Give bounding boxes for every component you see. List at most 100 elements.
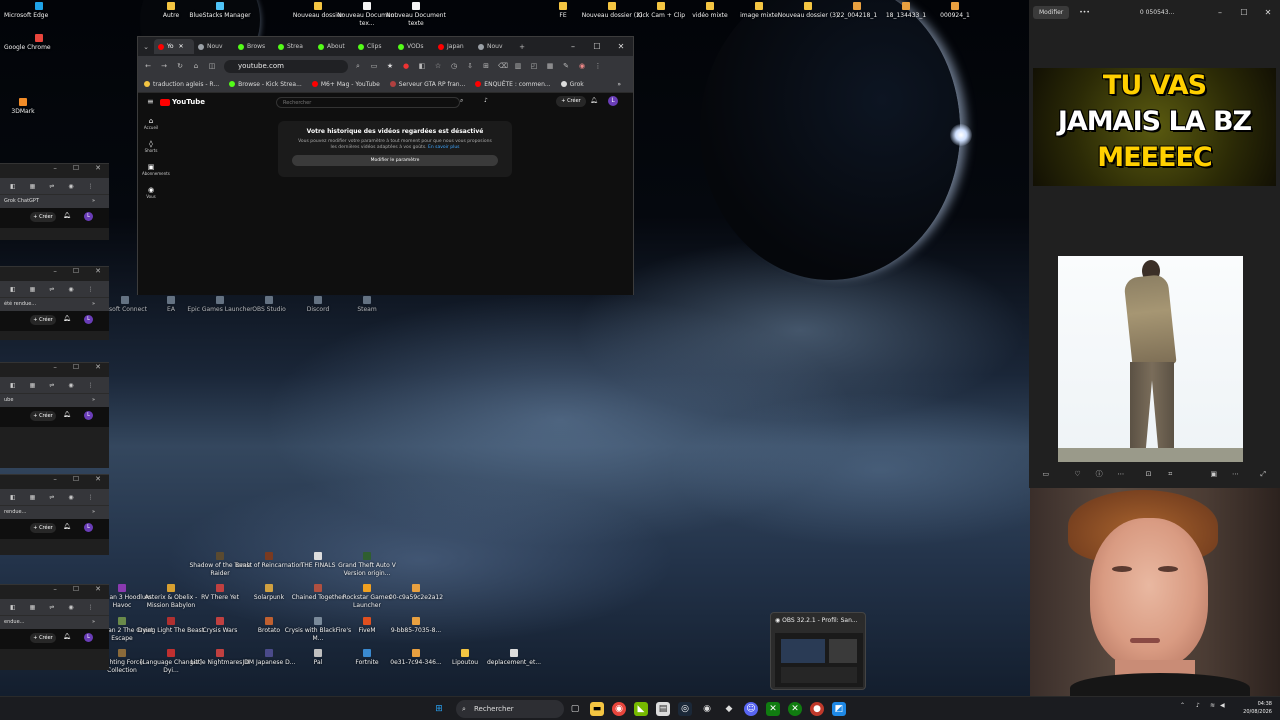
- pen-icon[interactable]: ✎: [562, 62, 570, 70]
- bookmarks-overflow-icon[interactable]: »: [92, 619, 95, 625]
- new-tab-button[interactable]: +: [518, 43, 526, 51]
- microphone-icon[interactable]: ♪: [1196, 702, 1200, 709]
- avatar[interactable]: L: [84, 411, 93, 420]
- notifications-icon[interactable]: 🔔︎: [63, 633, 71, 640]
- profile-icon[interactable]: ◉: [68, 604, 73, 611]
- profile-icon[interactable]: ◉: [68, 382, 73, 389]
- cast-icon[interactable]: ▭: [370, 62, 378, 70]
- shopping-icon[interactable]: ⊞: [482, 62, 490, 70]
- windows-start-icon[interactable]: ⊞: [432, 702, 446, 716]
- maximize-icon[interactable]: ☐: [585, 42, 609, 51]
- more-icon[interactable]: ⋯: [1225, 470, 1247, 478]
- history-icon[interactable]: ◷: [450, 62, 458, 70]
- obs-preview-thumbnail[interactable]: ◉ OBS 32.2.1 - Profil: San...: [770, 612, 866, 690]
- reload-icon[interactable]: ↻: [176, 62, 184, 70]
- bookmarks-overflow-icon[interactable]: »: [92, 198, 95, 204]
- bookmark-label[interactable]: rendue...: [4, 509, 26, 515]
- bookmark-label[interactable]: ube: [4, 397, 13, 403]
- create-button[interactable]: + Créer: [556, 96, 586, 107]
- sync-icon[interactable]: ⇌: [49, 494, 54, 501]
- browser-tab[interactable]: Yo ✕: [154, 39, 194, 54]
- create-button[interactable]: + Créer: [30, 315, 56, 325]
- side-panel-icon[interactable]: ◫: [208, 62, 216, 70]
- minimize-icon[interactable]: –: [53, 363, 57, 371]
- background-browser-window[interactable]: – ☐ ✕ ◧ ▦ ⇌ ◉ ⋮ ube » + Créer 🔔︎ L: [0, 362, 109, 468]
- discord-icon[interactable]: ☺: [744, 702, 758, 716]
- avatar[interactable]: L: [84, 523, 93, 532]
- zoom-icon[interactable]: ⌕: [354, 62, 362, 71]
- extension-icon[interactable]: ●: [402, 62, 410, 70]
- profile-icon[interactable]: ◉: [68, 183, 73, 190]
- maximize-icon[interactable]: ☐: [73, 585, 79, 593]
- notifications-icon[interactable]: 🔔︎: [63, 315, 71, 322]
- address-bar[interactable]: youtube.com: [224, 59, 348, 73]
- youtube-nav-item[interactable]: ◉ Vous: [142, 186, 160, 199]
- extension-icon[interactable]: ◧: [10, 286, 16, 293]
- maximize-icon[interactable]: ☐: [73, 267, 79, 275]
- bookmark-item[interactable]: M6+ Mag - YouTube: [311, 81, 380, 88]
- steam-icon[interactable]: ◎: [678, 702, 692, 716]
- search-icon[interactable]: ⌕: [460, 97, 474, 108]
- bookmark-label[interactable]: endue...: [4, 619, 24, 625]
- sync-icon[interactable]: ⇌: [49, 183, 54, 190]
- tab-close-icon[interactable]: ✕: [179, 43, 184, 50]
- tray-chevron-icon[interactable]: ⌃: [1180, 702, 1185, 709]
- minimize-icon[interactable]: –: [1208, 8, 1232, 17]
- youtube-logo[interactable]: YouTube: [160, 98, 205, 106]
- desktop-icon[interactable]: 3DMark: [0, 98, 58, 116]
- close-icon[interactable]: ✕: [95, 164, 101, 172]
- learn-more-link[interactable]: En savoir plus: [428, 145, 459, 150]
- photo-viewer-window[interactable]: Modifier ••• 0 050543... – ☐ ✕ TU VAS JAM…: [1029, 0, 1280, 246]
- close-icon[interactable]: ✕: [95, 363, 101, 371]
- maximize-icon[interactable]: ☐: [1232, 8, 1256, 17]
- volume-icon[interactable]: ◀: [1220, 702, 1225, 709]
- notifications-icon[interactable]: 🔔︎: [63, 523, 71, 530]
- forward-icon[interactable]: →: [160, 62, 168, 70]
- minimize-icon[interactable]: –: [53, 475, 57, 483]
- desktop-icon[interactable]: deplacement_et...: [479, 649, 549, 667]
- menu-icon[interactable]: ⋮: [88, 494, 94, 501]
- desktop-icon[interactable]: Steam: [332, 296, 402, 314]
- back-icon[interactable]: ←: [144, 62, 152, 70]
- chrome-window[interactable]: ⌄ Yo ✕ Nouv Brows Strea About Clips VODs Japan No…: [137, 36, 634, 295]
- browser-tab[interactable]: About: [314, 39, 354, 54]
- favorites-icon[interactable]: ☆: [434, 62, 442, 70]
- profile-icon[interactable]: ◉: [68, 286, 73, 293]
- avatar[interactable]: L: [84, 633, 93, 642]
- photos-icon[interactable]: ◩: [832, 702, 846, 716]
- delete-icon[interactable]: ⌫: [498, 62, 508, 70]
- menu-icon[interactable]: ⋮: [88, 286, 94, 293]
- taskbar-search[interactable]: ⌕ Rechercher: [456, 700, 564, 718]
- browser-tab[interactable]: Strea: [274, 39, 314, 54]
- fullscreen-icon[interactable]: ⤢: [1252, 470, 1274, 479]
- maximize-icon[interactable]: ☐: [73, 363, 79, 371]
- background-browser-window[interactable]: – ☐ ✕ ◧ ▦ ⇌ ◉ ⋮ rendue... » + Créer 🔔︎ L: [0, 474, 109, 555]
- browser-tab[interactable]: Brows: [234, 39, 274, 54]
- minimize-icon[interactable]: –: [53, 267, 57, 275]
- desktop-icon[interactable]: 00-c9a59c2e2a12: [381, 584, 451, 602]
- obs-icon[interactable]: ◉: [700, 702, 714, 716]
- close-icon[interactable]: ✕: [609, 42, 633, 51]
- bookmarks-overflow-icon[interactable]: »: [92, 397, 95, 403]
- desktop-icon[interactable]: 000924_1: [920, 2, 990, 20]
- screenshot-icon[interactable]: ◰: [530, 62, 538, 70]
- close-icon[interactable]: ✕: [95, 267, 101, 275]
- menu-icon[interactable]: ⋮: [88, 382, 94, 389]
- youtube-nav-item[interactable]: ⌂ Accueil: [142, 117, 160, 130]
- grid-icon[interactable]: ▦: [30, 382, 36, 389]
- grid-icon[interactable]: ▦: [30, 183, 36, 190]
- minimize-icon[interactable]: –: [53, 164, 57, 172]
- gallery-icon[interactable]: ▭: [1035, 470, 1057, 478]
- extension-icon[interactable]: ◧: [10, 183, 16, 190]
- menu-icon[interactable]: ⋮: [88, 183, 94, 190]
- browser-tab[interactable]: VODs: [394, 39, 434, 54]
- bookmark-label[interactable]: été rendue...: [4, 301, 36, 307]
- extensions-puzzle-icon[interactable]: ◧: [418, 62, 426, 70]
- more-icon[interactable]: ⋯: [1110, 470, 1132, 478]
- menu-icon[interactable]: ⋮: [88, 604, 94, 611]
- youtube-nav-item[interactable]: ◊ Shorts: [142, 140, 160, 153]
- browser-tab[interactable]: Clips: [354, 39, 394, 54]
- home-icon[interactable]: ⌂: [192, 62, 200, 70]
- maximize-icon[interactable]: ☐: [73, 164, 79, 172]
- bookmark-item[interactable]: traduction agleis - R...: [144, 81, 219, 88]
